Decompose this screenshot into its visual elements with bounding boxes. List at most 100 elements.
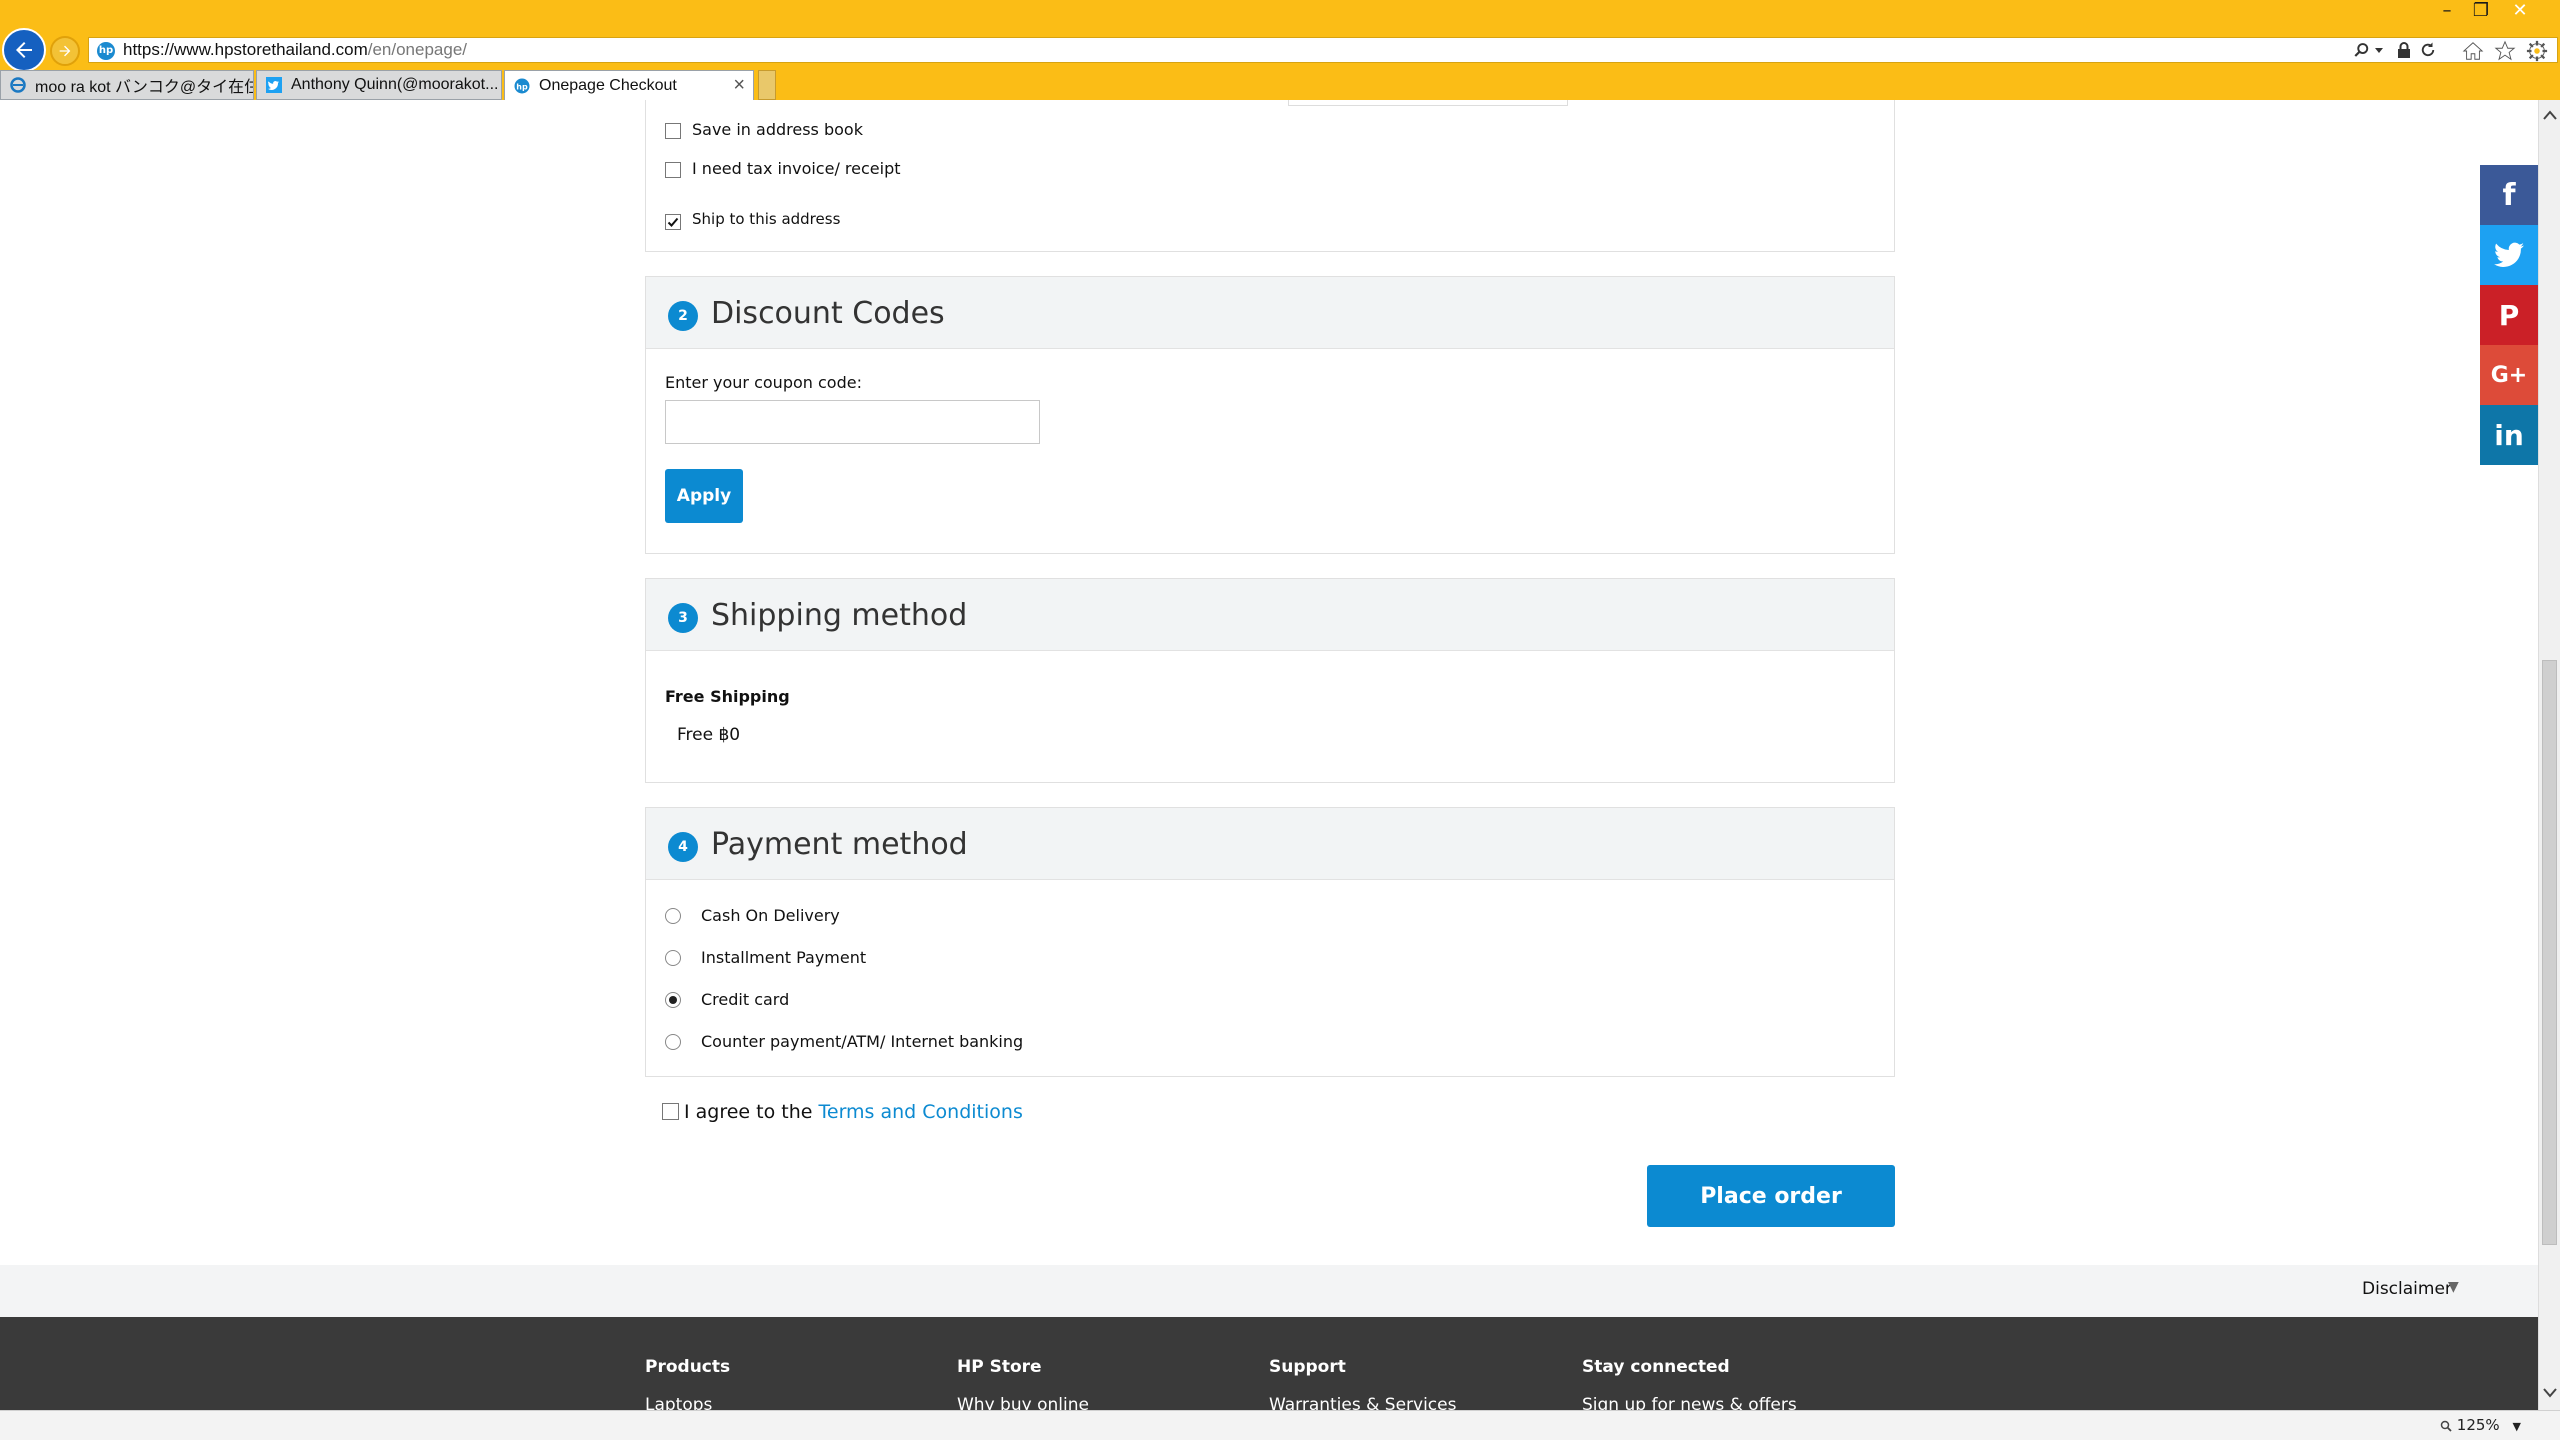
zoom-icon	[2440, 1420, 2452, 1432]
footer-link-why-buy-online[interactable]: Why buy online	[957, 1395, 1089, 1410]
restore-button[interactable]: ❐	[2464, 0, 2498, 24]
payment-label-installment: Installment Payment	[701, 948, 867, 967]
tab-label: Anthony Quinn(@moorakot...	[291, 76, 499, 93]
terms-prefix: I agree to the	[684, 1101, 819, 1123]
payment-label-counter: Counter payment/ATM/ Internet banking	[701, 1032, 1024, 1051]
facebook-icon: f	[2502, 177, 2516, 213]
hp-favicon-icon: hp	[513, 77, 531, 95]
address-bar[interactable]: hp https://www.hpstorethailand.com/en/on…	[88, 37, 2558, 63]
shipping-method-name: Free Shipping	[665, 687, 790, 706]
tab-anthony-quinn[interactable]: Anthony Quinn(@moorakot...	[256, 70, 502, 100]
footer-heading-products: Products	[645, 1357, 731, 1377]
radio-selected-dot	[669, 996, 677, 1004]
close-window-button[interactable]: ✕	[2500, 0, 2540, 24]
scroll-down-arrow-icon[interactable]	[2542, 1386, 2558, 1402]
refresh-icon[interactable]	[2415, 39, 2441, 61]
home-icon[interactable]	[2456, 36, 2490, 66]
apply-coupon-button[interactable]: Apply	[665, 469, 743, 523]
discount-codes-section: 2 Discount Codes Enter your coupon code:…	[645, 276, 1895, 554]
section-title: Payment method	[711, 827, 968, 862]
discount-codes-body: Enter your coupon code: Apply	[646, 349, 1894, 554]
payment-radio-installment[interactable]	[665, 950, 681, 966]
pinterest-icon: P	[2498, 298, 2520, 332]
checkmark-icon	[667, 217, 679, 227]
twitter-share-button[interactable]	[2480, 225, 2538, 285]
save-address-label: Save in address book	[692, 120, 863, 139]
url-text[interactable]: https://www.hpstorethailand.com/en/onepa…	[123, 40, 467, 60]
ie-favicon-icon	[9, 76, 27, 94]
payment-label-credit-card: Credit card	[701, 990, 790, 1009]
arrow-right-icon	[59, 45, 71, 57]
tax-invoice-checkbox[interactable]	[665, 162, 681, 178]
google-plus-share-button[interactable]: G+	[2480, 345, 2538, 405]
tab-label: moo ra kot バンコク@タイ在住...	[35, 79, 254, 96]
shipping-method-header: 3 Shipping method	[646, 579, 1894, 651]
coupon-code-input[interactable]	[665, 400, 1040, 444]
site-footer: Products Laptops HP Store Why buy online…	[0, 1317, 2538, 1410]
scroll-thumb[interactable]	[2542, 660, 2557, 1245]
footer-heading-support: Support	[1269, 1357, 1346, 1377]
place-order-button[interactable]: Place order	[1647, 1165, 1895, 1227]
caret-down-icon[interactable]: ▼	[2448, 1279, 2459, 1295]
address-field-partial[interactable]	[1288, 100, 1568, 106]
footer-link-warranties[interactable]: Warranties & Services	[1269, 1395, 1456, 1410]
payment-radio-cod[interactable]	[665, 908, 681, 924]
tab-label: Onepage Checkout	[539, 76, 677, 94]
terms-checkbox[interactable]	[662, 1103, 679, 1120]
minimize-button[interactable]: –	[2430, 0, 2464, 24]
footer-heading-hp-store: HP Store	[957, 1357, 1042, 1377]
page-scrollbar[interactable]	[2538, 100, 2560, 1410]
tax-invoice-label: I need tax invoice/ receipt	[692, 159, 901, 178]
twitter-favicon-icon	[265, 76, 283, 94]
payment-radio-credit-card[interactable]	[665, 992, 681, 1008]
coupon-label: Enter your coupon code:	[665, 373, 862, 392]
url-path: /en/onepage/	[367, 40, 467, 59]
linkedin-share-button[interactable]: in	[2480, 405, 2538, 465]
footer-link-sign-up[interactable]: Sign up for news & offers	[1582, 1395, 1797, 1410]
tab-moo-ra-kot[interactable]: moo ra kot バンコク@タイ在住...	[0, 70, 254, 100]
step-number: 4	[668, 832, 698, 862]
payment-radio-counter[interactable]	[665, 1034, 681, 1050]
payment-label-cod: Cash On Delivery	[701, 906, 840, 925]
new-tab-button[interactable]	[758, 70, 776, 100]
zoom-label: 125%	[2456, 1416, 2500, 1434]
close-tab-icon[interactable]: ×	[733, 74, 745, 97]
favorites-star-icon[interactable]	[2488, 36, 2522, 66]
lock-icon[interactable]	[2391, 39, 2417, 61]
shipping-method-section: 3 Shipping method Free Shipping Free ฿0	[645, 578, 1895, 783]
back-button[interactable]	[2, 28, 46, 72]
billing-address-section: Save in address book I need tax invoice/…	[645, 100, 1895, 252]
twitter-icon	[2494, 242, 2524, 267]
tab-strip: moo ra kot バンコク@タイ在住... Anthony Quinn(@m…	[0, 70, 2560, 100]
disclaimer-toggle[interactable]: Disclaimer	[2362, 1279, 2452, 1299]
url-host: https://www.hpstorethailand.com	[123, 40, 368, 59]
discount-codes-header: 2 Discount Codes	[646, 277, 1894, 349]
payment-method-section: 4 Payment method Cash On Delivery Instal…	[645, 807, 1895, 1077]
facebook-share-button[interactable]: f	[2480, 165, 2538, 225]
step-number: 2	[668, 301, 698, 331]
section-title: Discount Codes	[711, 296, 945, 331]
browser-chrome: – ❐ ✕ hp https://www.hpstorethailand.com…	[0, 0, 2560, 100]
checkout-page: Save in address book I need tax invoice/…	[0, 100, 2538, 1410]
hp-favicon-icon: hp	[97, 42, 115, 60]
step-number: 3	[668, 603, 698, 633]
ship-to-address-checkbox[interactable]	[665, 214, 681, 230]
gear-icon[interactable]	[2520, 36, 2554, 66]
tab-onepage-checkout[interactable]: hp Onepage Checkout ×	[504, 70, 754, 100]
arrow-left-icon	[16, 42, 32, 58]
dropdown-arrow-icon[interactable]	[2371, 39, 2387, 61]
svg-text:hp: hp	[516, 82, 528, 91]
save-address-checkbox[interactable]	[665, 123, 681, 139]
terms-text: I agree to the Terms and Conditions	[684, 1101, 1023, 1123]
terms-link[interactable]: Terms and Conditions	[819, 1101, 1023, 1123]
forward-button[interactable]	[50, 36, 80, 66]
google-plus-icon: G+	[2490, 362, 2528, 388]
linkedin-icon: in	[2494, 418, 2524, 452]
zoom-level[interactable]: 125% ▼	[2440, 1416, 2521, 1434]
pinterest-share-button[interactable]: P	[2480, 285, 2538, 345]
status-bar: 125% ▼	[0, 1410, 2560, 1440]
section-title: Shipping method	[711, 598, 968, 633]
scroll-up-arrow-icon[interactable]	[2542, 108, 2558, 124]
footer-link-laptops[interactable]: Laptops	[645, 1395, 712, 1410]
disclaimer-bar: Disclaimer ▼	[0, 1265, 2538, 1317]
